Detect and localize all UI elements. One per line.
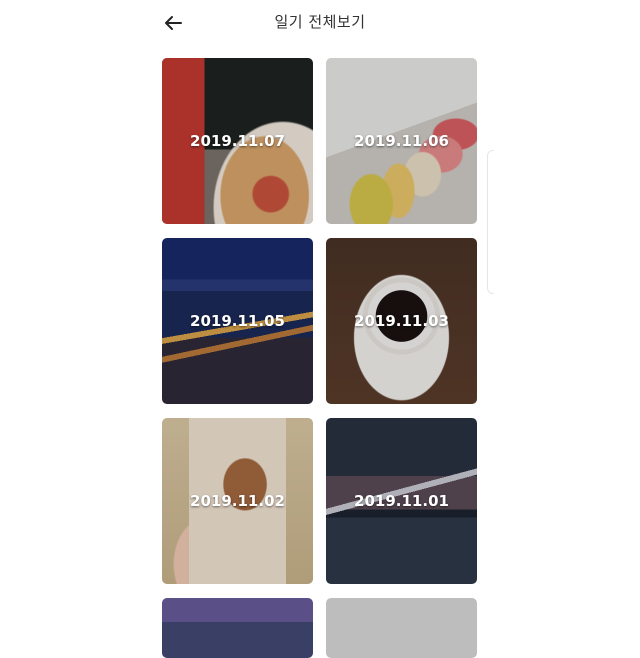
app-header: 일기 전체보기 — [0, 0, 640, 46]
diary-photo — [326, 598, 477, 658]
entry-date: 2019.11.07 — [190, 132, 285, 150]
diary-entry-card[interactable] — [326, 598, 477, 658]
entry-date: 2019.11.03 — [354, 312, 449, 330]
entry-date: 2019.11.05 — [190, 312, 285, 330]
scroll-indicator[interactable] — [487, 150, 494, 294]
diary-entry-card[interactable]: 2019.11.07 — [162, 58, 313, 224]
entry-date: 2019.11.02 — [190, 492, 285, 510]
diary-entry-card[interactable]: 2019.11.02 — [162, 418, 313, 584]
entry-date: 2019.11.06 — [354, 132, 449, 150]
diary-photo — [162, 598, 313, 658]
diary-entry-card[interactable] — [162, 598, 313, 658]
page-title: 일기 전체보기 — [274, 13, 366, 31]
diary-entry-card[interactable]: 2019.11.06 — [326, 58, 477, 224]
diary-entry-card[interactable]: 2019.11.05 — [162, 238, 313, 404]
entry-date: 2019.11.01 — [354, 492, 449, 510]
diary-entry-card[interactable]: 2019.11.01 — [326, 418, 477, 584]
diary-entry-card[interactable]: 2019.11.03 — [326, 238, 477, 404]
